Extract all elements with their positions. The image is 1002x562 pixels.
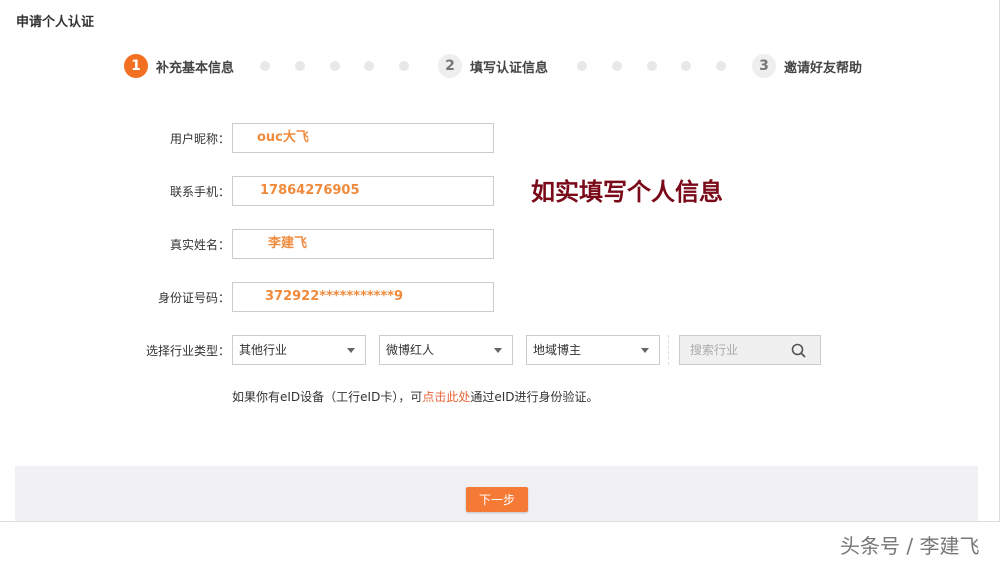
- step-dot: [295, 61, 305, 71]
- watermark: 头条号 / 李建飞: [840, 534, 980, 558]
- dropdown-arrow-icon: [641, 348, 649, 353]
- step-dot: [260, 61, 270, 71]
- search-placeholder: 搜索行业: [690, 343, 739, 357]
- step-dot: [399, 61, 409, 71]
- step-number: 3: [752, 54, 776, 78]
- select-value: 地域博主: [533, 343, 582, 357]
- step-dot: [577, 61, 587, 71]
- page-title: 申请个人认证: [16, 15, 95, 30]
- step-dot: [647, 61, 657, 71]
- step-2: 2 填写认证信息: [438, 54, 548, 78]
- annotation-text: 如实填写个人信息: [531, 178, 723, 206]
- step-dot: [716, 61, 726, 71]
- idnum-label: 身份证号码：: [157, 291, 230, 305]
- industry-search-input[interactable]: 搜索行业: [679, 335, 821, 365]
- nickname-input[interactable]: ouc大飞: [232, 123, 494, 153]
- realname-input[interactable]: 李建飞: [232, 229, 494, 259]
- step-1: 1 补充基本信息: [124, 54, 234, 78]
- step-dot: [612, 61, 622, 71]
- nickname-label: 用户昵称：: [169, 132, 230, 146]
- divider: [0, 521, 1000, 522]
- select-value: 微博红人: [386, 343, 435, 357]
- dropdown-arrow-icon: [494, 348, 502, 353]
- dropdown-arrow-icon: [347, 348, 355, 353]
- divider: [999, 0, 1000, 521]
- step-label: 邀请好友帮助: [784, 60, 863, 76]
- step-number: 2: [438, 54, 462, 78]
- eid-link[interactable]: 点击此处: [422, 390, 470, 404]
- step-dot: [681, 61, 691, 71]
- step-dot: [364, 61, 374, 71]
- phone-label: 联系手机：: [169, 185, 230, 199]
- next-step-button[interactable]: 下一步: [466, 487, 528, 512]
- step-dot: [330, 61, 340, 71]
- industry-select-1[interactable]: 其他行业: [232, 335, 366, 365]
- select-value: 其他行业: [239, 343, 288, 357]
- step-3: 3 邀请好友帮助: [752, 54, 862, 78]
- realname-label: 真实姓名：: [169, 238, 230, 252]
- industry-label: 选择行业类型：: [145, 344, 230, 358]
- search-icon[interactable]: [791, 343, 806, 358]
- idnum-input[interactable]: 372922***********9: [232, 282, 494, 312]
- phone-input[interactable]: 17864276905: [232, 176, 494, 206]
- industry-select-2[interactable]: 微博红人: [379, 335, 513, 365]
- eid-text: 通过eID进行身份验证。: [470, 390, 599, 404]
- step-number: 1: [124, 54, 148, 78]
- divider: [668, 335, 669, 365]
- step-label: 补充基本信息: [156, 60, 235, 76]
- eid-note: 如果你有eID设备（工行eID卡），可点击此处通过eID进行身份验证。: [232, 388, 599, 405]
- industry-select-3[interactable]: 地域博主: [526, 335, 660, 365]
- eid-text: 如果你有eID设备（工行eID卡），可: [232, 390, 423, 404]
- step-label: 填写认证信息: [470, 60, 549, 76]
